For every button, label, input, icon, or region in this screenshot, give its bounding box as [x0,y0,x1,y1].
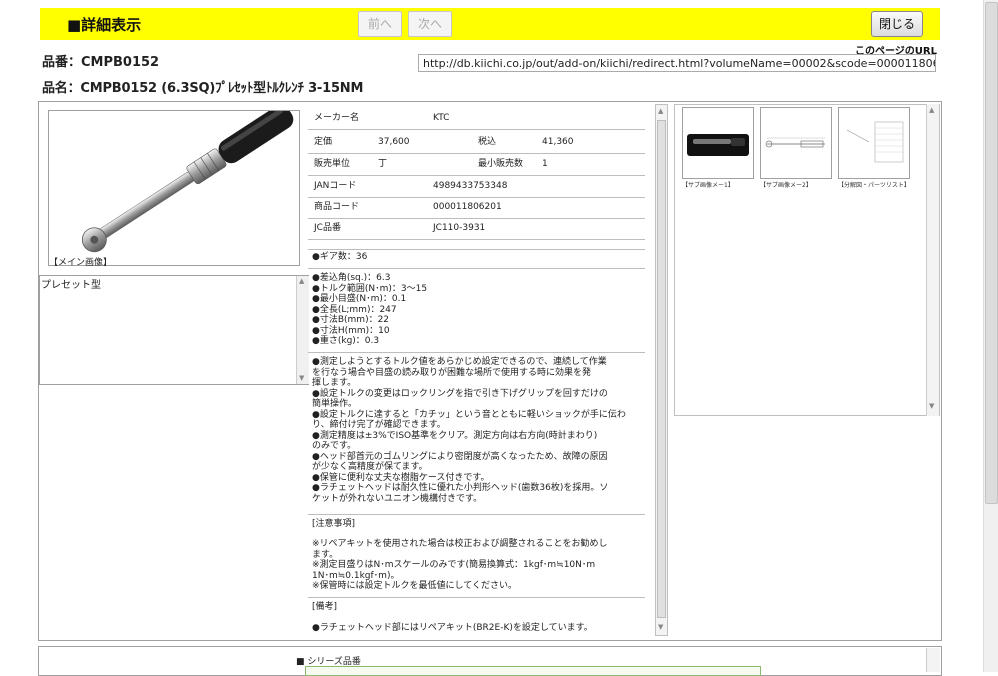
preset-text: プレセット型 [41,280,101,291]
spec-label: JC品番 [314,223,341,233]
feature-line: ●ラチェットヘッドは耐久性に優れた小判形ヘッド(歯数36枚)を採用。ソ [312,483,609,493]
feature-line: を行なう場合や目盛の読み取りが困難な場所で使用する時に効果を発 [312,367,592,378]
spec-value: 丁 [378,159,388,169]
parts-list-image [846,121,904,163]
feature-line: のみです。 [312,441,357,451]
series-scrollbar[interactable] [926,648,940,672]
divider [308,268,645,269]
spec-row-code: 商品コード 000011806201 [308,197,645,219]
divider [308,249,645,250]
spec-label: 税込 [478,137,497,147]
feature-line: ●測定しようとするトルク値をあらかじめ設定できるので、連続して作業 [312,357,607,367]
notes-title: [注意事項] [312,519,356,529]
spec-row-jan: JANコード 4989433753348 [308,176,645,198]
note-line: ※保管時には設定トルクを最低値にしてください。 [312,581,518,591]
notes-list: ※リペアキットを使用された場合は校正および調整されることをお勧めし ます。 ※測… [312,539,646,592]
spec-label: 定価 [314,137,333,147]
spec-value: 000011806201 [433,202,502,212]
thumbnail-case[interactable] [682,107,754,179]
divider [308,352,645,353]
remarks-text: ●ラチェットヘッド部にはリペアキット(BR2E-K)を設定しています。 [312,623,593,633]
case-image [687,134,749,156]
header-bar [40,8,940,40]
divider [308,597,645,598]
spec-list: ●差込角(sq.)：6.3 ●トルク範囲(N･m)：3～15 ●最小目盛(N･m… [312,273,646,347]
feature-list: ●測定しようとするトルク値をあらかじめ設定できるので、連続して作業 を行なう場合… [312,357,646,504]
url-field[interactable]: http://db.kiichi.co.jp/out/add-on/kiichi… [418,54,936,72]
scroll-up-icon[interactable]: ▲ [658,107,663,115]
spec-label: メーカー名 [314,113,360,123]
spec-list-item: ●寸法H(mm)：10 [312,325,390,336]
series-table [305,666,761,676]
feature-line: 揮します。 [312,378,357,388]
note-line: ます。 [312,549,339,560]
spec-row-unit: 販売単位 丁 最小販売数 1 [308,154,645,176]
remarks-title: [備考] [312,602,338,612]
spec-value: 37,600 [378,137,410,147]
spec-value: JC110-3931 [433,223,486,233]
spec-row-jc: JC品番 JC110-3931 [308,218,645,240]
spec-value: 1 [542,159,548,169]
spec-label: JANコード [314,181,357,191]
feature-line: ●測定精度は±3%でISO基準をクリア。測定方向は右方向(時計まわり) [312,430,598,441]
spec-list-item: ●差込角(sq.)：6.3 [312,273,391,283]
note-line: ※測定目盛りはN･mスケールのみです(簡易換算式：1kgf･m≒10N･m [312,560,596,570]
thumbnail-caption: 【サブ画像メー2】 [760,182,812,189]
next-button[interactable]: 次へ [408,11,452,37]
spec-value: KTC [433,113,450,123]
spec-row-price: 定価 37,600 税込 41,360 [308,132,645,154]
scroll-down-icon[interactable]: ▼ [658,623,663,631]
drawing-image [765,137,825,148]
thumbnail-caption: 【サブ画像メー1】 [682,182,734,189]
spec-value: 4989433753348 [433,181,508,191]
spec-value: 41,360 [542,137,574,147]
note-line: 1N･m≒0.1kgf･m)。 [312,570,400,581]
detail-scrollbar-thumb[interactable] [657,120,666,618]
scroll-up-icon[interactable]: ▲ [299,277,304,285]
close-button[interactable]: 閉じる [871,11,923,37]
note-line: ※リペアキットを使用された場合は校正および調整されることをお勧めし [312,539,608,549]
part-number: 品番：CMPB0152 [42,55,160,70]
feature-line: ●設定トルクの変更はロックリングを指で引き下げグリップを回すだけの [312,388,608,399]
thumbnail-scrollbar[interactable]: ▲ ▼ [926,104,939,416]
spec-list-item: ●寸法B(mm)：22 [312,315,390,325]
thumbnail-caption: 【分解図・パーツリスト】 [838,182,910,189]
feature-line: ●保管に便利な丈夫な樹脂ケース付きです。 [312,472,490,483]
prev-button[interactable]: 前へ [358,11,402,37]
main-image-caption: 【メイン画像】 [49,258,113,268]
gear-count: ●ギア数：36 [312,252,368,262]
spec-list-item: ●最小目盛(N･m)：0.1 [312,294,407,304]
spec-list-item: ●重さ(kg)：0.3 [312,336,380,346]
torque-wrench-image [81,105,294,253]
feature-line: ●ヘッド部首元のゴムリングにより密閉度が高くなったため、故障の原因 [312,451,608,462]
feature-line: り、締付け完了が確認できます。 [312,420,446,430]
page-title: ■詳細表示 [67,16,142,34]
scroll-up-icon[interactable]: ▲ [929,106,934,114]
spec-list-item: ●トルク範囲(N･m)：3～15 [312,283,428,294]
feature-line: が少なく高精度が保てます。 [312,462,428,472]
spec-label: 販売単位 [314,159,351,169]
divider [308,514,645,515]
page-scrollbar-thumb[interactable] [985,2,998,504]
scroll-down-icon[interactable]: ▼ [299,374,304,382]
preset-textarea[interactable] [39,275,309,385]
feature-line: ケットが外れないユニオン機構付きです。 [312,493,483,504]
preset-scrollbar[interactable]: ▲ ▼ [296,276,309,384]
part-name: 品名：CMPB0152 (6.3SQ)ﾌﾟﾚｾｯﾄ型ﾄﾙｸﾚﾝﾁ 3-15NM [42,81,364,96]
spec-list-item: ●全長(L;mm)：247 [312,304,397,315]
feature-line: 簡単操作。 [312,399,358,409]
feature-line: ●設定トルクに達すると「カチッ」という音とともに軽いショックが手に伝わ [312,409,626,420]
spec-row-maker: メーカー名 KTC [308,108,645,130]
thumbnail-parts-list[interactable] [838,107,910,179]
thumbnail-drawing[interactable] [760,107,832,179]
spec-label: 商品コード [314,202,360,212]
main-image[interactable] [48,105,300,266]
scroll-down-icon[interactable]: ▼ [929,402,934,410]
spec-label: 最小販売数 [478,159,524,169]
